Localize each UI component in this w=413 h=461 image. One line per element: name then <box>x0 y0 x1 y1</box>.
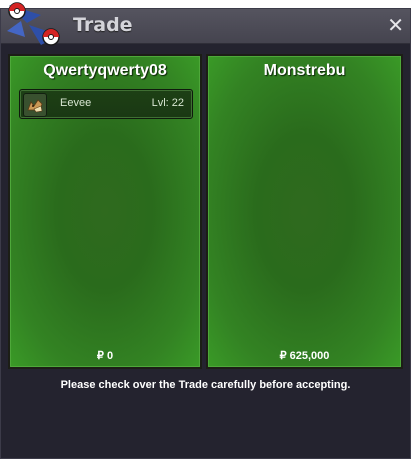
trade-window: Trade ✕ Qwertyqwerty08 Eevee Lvl: 22 ₽ 0… <box>0 2 411 459</box>
item-name: Eevee <box>60 97 92 109</box>
your-offer-panel: Qwertyqwerty08 Eevee Lvl: 22 ₽ 0 <box>8 54 202 369</box>
trade-notice: Please check over the Trade carefully be… <box>60 379 351 391</box>
left-player-name: Qwertyqwerty08 <box>43 62 167 79</box>
partner-offer-panel: Monstrebu ₽ 625,000 <box>206 54 403 369</box>
left-money: ₽ 0 <box>96 350 114 362</box>
window-title: Trade <box>73 14 133 36</box>
close-button[interactable]: ✕ <box>387 13 404 37</box>
item-level: Lvl: 22 <box>151 97 184 109</box>
eevee-icon <box>23 93 47 117</box>
pokeball-logo-icon <box>7 2 60 46</box>
right-player-name: Monstrebu <box>263 62 346 79</box>
right-money: ₽ 625,000 <box>279 350 330 362</box>
trade-item-slot[interactable]: Eevee Lvl: 22 <box>19 89 193 119</box>
